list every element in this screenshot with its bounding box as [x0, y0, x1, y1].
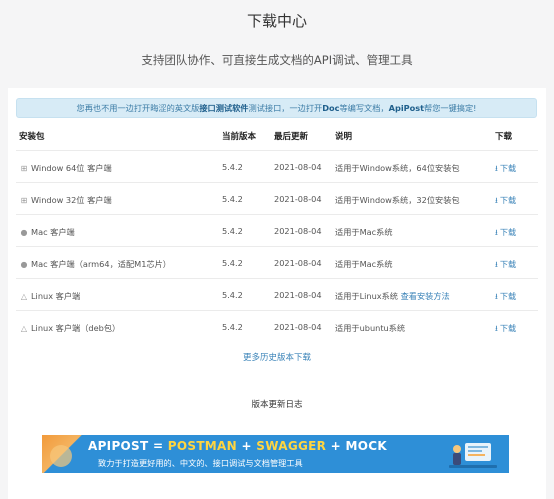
- windows-icon: ⊞: [20, 196, 28, 205]
- package-cell: ⊞ Window 64位 客户端: [19, 162, 112, 174]
- banner-title-mock: + MOCK: [326, 439, 387, 453]
- page-subtitle: 支持团队协作、可直接生成文档的API调试、管理工具: [141, 53, 413, 67]
- banner-subtitle: 致力于打造更好用的、中文的、接口调试与文档管理工具: [98, 458, 303, 468]
- table-header: 安装包 当前版本 最后更新 说明 下载: [8, 128, 546, 150]
- version-cell: 5.4.2: [222, 194, 243, 204]
- download-label: 下载: [499, 163, 517, 173]
- page-title: 下载中心: [246, 12, 307, 30]
- package-name: Mac 客户端: [31, 227, 75, 237]
- apple-icon: ●: [20, 228, 28, 237]
- description-text: 适用于Window系统，64位安装包: [335, 163, 460, 173]
- version-cell: 5.4.2: [222, 322, 243, 332]
- notice-text-3: 等编写文档，: [339, 103, 389, 113]
- description-cell: 适用于Linux系统 查看安装方法: [335, 290, 450, 302]
- description-text: 适用于Mac系统: [335, 227, 393, 237]
- table-row: △ Linux 客户端 5.4.2 2021-08-04 适用于Linux系统 查看安装…: [16, 278, 538, 310]
- description-cell: 适用于Window系统，32位安装包: [335, 194, 460, 206]
- package-name: Linux 客户端（deb包）: [31, 323, 121, 333]
- download-link[interactable]: ⭳ 下载: [495, 162, 516, 177]
- notice-text-1: 您再也不用一边打开晦涩的英文版: [76, 103, 200, 113]
- package-cell: △ Linux 客户端: [19, 290, 80, 302]
- download-label: 下载: [499, 227, 517, 237]
- banner-title-postman: POSTMAN: [167, 439, 237, 453]
- version-cell: 5.4.2: [222, 162, 243, 172]
- notice-text-2: 测试接口，一边打开: [248, 103, 323, 113]
- package-cell: ● Mac 客户端: [19, 226, 75, 238]
- table-row: ⊞ Window 32位 客户端 5.4.2 2021-08-04 适用于Window系…: [16, 182, 538, 214]
- banner-title-plus: +: [236, 439, 257, 453]
- banner-title-swagger: SWAGGER: [256, 439, 327, 453]
- banner-illustration: [449, 443, 497, 468]
- download-label: 下载: [499, 195, 517, 205]
- date-cell: 2021-08-04: [274, 226, 322, 236]
- date-cell: 2021-08-04: [274, 322, 322, 332]
- banner-title: APIPOST = POSTMAN + SWAGGER + MOCK: [88, 439, 387, 453]
- description-cell: 适用于ubuntu系统: [335, 322, 405, 334]
- description-text: 适用于Window系统，32位安装包: [335, 195, 460, 205]
- changelog-link[interactable]: 版本更新日志: [8, 398, 546, 410]
- date-cell: 2021-08-04: [274, 162, 322, 172]
- download-icon: ⭳: [495, 196, 498, 205]
- banner-title-part: APIPOST =: [88, 439, 168, 453]
- description-text: 适用于Linux系统: [335, 291, 398, 301]
- table-row: ● Mac 客户端（arm64，适配M1芯片） 5.4.2 2021-08-04 适用于…: [16, 246, 538, 278]
- description-text: 适用于Mac系统: [335, 259, 393, 269]
- description-cell: 适用于Mac系统: [335, 226, 393, 238]
- download-label: 下载: [499, 259, 517, 269]
- download-icon: ⭳: [495, 260, 498, 269]
- table-row: △ Linux 客户端（deb包） 5.4.2 2021-08-04 适用于ubuntu…: [16, 310, 538, 342]
- package-cell: ⊞ Window 32位 客户端: [19, 194, 112, 206]
- header-package: 安装包: [19, 132, 45, 142]
- package-cell: △ Linux 客户端（deb包）: [19, 322, 120, 334]
- download-link[interactable]: ⭳ 下载: [495, 258, 516, 273]
- install-guide-link[interactable]: 查看安装方法: [401, 291, 450, 301]
- download-label: 下载: [499, 323, 517, 333]
- promo-banner[interactable]: APIPOST = POSTMAN + SWAGGER + MOCK 致力于打造…: [42, 435, 509, 473]
- header-description: 说明: [335, 132, 353, 142]
- date-cell: 2021-08-04: [274, 258, 322, 268]
- description-cell: 适用于Window系统，64位安装包: [335, 162, 460, 174]
- description-text: 适用于ubuntu系统: [335, 323, 406, 333]
- download-icon: ⭳: [495, 324, 498, 333]
- download-link[interactable]: ⭳ 下载: [495, 194, 516, 209]
- date-cell: 2021-08-04: [274, 290, 322, 300]
- description-cell: 适用于Mac系统: [335, 258, 393, 270]
- download-icon: ⭳: [495, 228, 498, 237]
- package-name: Window 32位 客户端: [31, 195, 112, 205]
- linux-icon: △: [20, 324, 28, 333]
- notice-bold-1: 接口测试软件: [199, 103, 249, 113]
- notice-bold-3: ApiPost: [388, 103, 425, 113]
- package-name: Mac 客户端（arm64，适配M1芯片）: [31, 259, 171, 269]
- package-cell: ● Mac 客户端（arm64，适配M1芯片）: [19, 258, 171, 270]
- date-cell: 2021-08-04: [274, 194, 322, 204]
- more-versions-link[interactable]: 更多历史版本下载: [8, 351, 546, 363]
- download-link[interactable]: ⭳ 下载: [495, 226, 516, 241]
- notice-bold-2: Doc: [322, 103, 340, 113]
- download-icon: ⭳: [495, 164, 498, 173]
- download-link[interactable]: ⭳ 下载: [495, 290, 516, 305]
- package-name: Linux 客户端: [31, 291, 81, 301]
- package-name: Window 64位 客户端: [31, 163, 112, 173]
- apple-icon: ●: [20, 260, 28, 269]
- table-row: ● Mac 客户端 5.4.2 2021-08-04 适用于Mac系统 ⭳ 下载: [16, 214, 538, 246]
- windows-icon: ⊞: [20, 164, 28, 173]
- header-version: 当前版本: [222, 132, 257, 142]
- header-download: 下载: [495, 132, 513, 142]
- linux-icon: △: [20, 292, 28, 301]
- version-cell: 5.4.2: [222, 290, 243, 300]
- table-row: ⊞ Window 64位 客户端 5.4.2 2021-08-04 适用于Window系…: [16, 150, 538, 182]
- download-link[interactable]: ⭳ 下载: [495, 322, 516, 337]
- version-cell: 5.4.2: [222, 226, 243, 236]
- notice-text-4: 帮您一键搞定!: [424, 103, 477, 113]
- header-updated: 最后更新: [274, 132, 309, 142]
- version-cell: 5.4.2: [222, 258, 243, 268]
- promo-notice: 您再也不用一边打开晦涩的英文版接口测试软件测试接口，一边打开Doc等编写文档，A…: [16, 98, 537, 118]
- download-card: 您再也不用一边打开晦涩的英文版接口测试软件测试接口，一边打开Doc等编写文档，A…: [8, 88, 546, 499]
- banner-decoration-circle: [50, 445, 72, 467]
- download-icon: ⭳: [495, 292, 498, 301]
- download-label: 下载: [499, 291, 517, 301]
